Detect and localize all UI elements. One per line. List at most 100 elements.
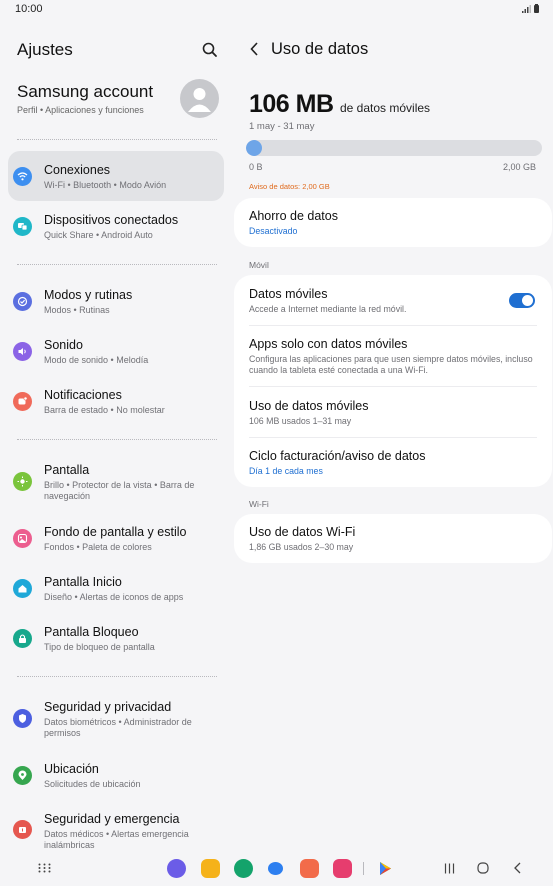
lock-icon — [13, 629, 32, 648]
contacts-app-icon[interactable] — [300, 859, 319, 878]
section-label-mobile: Móvil — [249, 260, 269, 270]
wifi-card: Uso de datos Wi-Fi 1,86 GB usados 2–30 m… — [234, 514, 552, 563]
sidebar-item-label: Modos y rutinas — [44, 288, 133, 302]
sidebar-item-sub: Quick Share • Android Auto — [44, 230, 153, 240]
toggle-knob — [522, 295, 533, 306]
messages-app-icon[interactable] — [268, 862, 283, 875]
sidebar-item-dispositivos[interactable]: Dispositivos conectados Quick Share • An… — [8, 201, 224, 251]
data-saver-card[interactable]: Ahorro de datos Desactivado — [234, 198, 552, 247]
sidebar-item-modos[interactable]: Modos y rutinas Modos • Rutinas — [8, 276, 224, 326]
dock-divider — [363, 862, 364, 875]
location-icon — [13, 766, 32, 785]
search-icon[interactable] — [200, 40, 220, 60]
sun-icon — [13, 472, 32, 491]
sidebar-item-notificaciones[interactable]: Notificaciones Barra de estado • No mole… — [8, 376, 224, 426]
sidebar-item-sub: Tipo de bloqueo de pantalla — [44, 642, 155, 652]
person-icon — [188, 88, 211, 112]
sidebar-item-sub: Datos biométricos • Administrador de per… — [44, 717, 192, 738]
wifi-usage-sub: 1,86 GB usados 2–30 may — [249, 542, 354, 552]
sidebar-item-sub: Modo de sonido • Melodía — [44, 355, 149, 365]
status-bar: 10:00 — [0, 0, 553, 18]
sidebar-item-pantalla[interactable]: Pantalla Brillo • Protector de la vista … — [8, 451, 224, 513]
divider — [17, 439, 217, 440]
sidebar-item-sub: Diseño • Alertas de iconos de apps — [44, 592, 184, 602]
samsung-account[interactable]: Samsung account Perfil • Aplicaciones y … — [17, 82, 153, 115]
usage-unit: de datos móviles — [340, 101, 431, 115]
billing-cycle-title: Ciclo facturación/aviso de datos — [249, 449, 426, 463]
battery-icon — [534, 4, 539, 13]
sidebar-item-sub: Barra de estado • No molestar — [44, 405, 165, 415]
sidebar-item-label: Pantalla Bloqueo — [44, 625, 139, 639]
mobile-data-toggle[interactable] — [509, 293, 535, 308]
sidebar-item-label: Pantalla — [44, 463, 90, 477]
data-saver-title: Ahorro de datos — [249, 209, 338, 223]
sidebar-item-pantalla-inicio[interactable]: Pantalla Inicio Diseño • Alertas de icon… — [8, 563, 224, 613]
settings-panel: Ajustes Samsung account Perfil • Aplicac… — [0, 18, 232, 848]
divider — [17, 676, 217, 677]
usage-progress-bar — [246, 140, 542, 156]
play-store-icon[interactable] — [379, 861, 392, 876]
avatar[interactable] — [180, 79, 219, 118]
billing-cycle-row[interactable]: Ciclo facturación/aviso de datos Día 1 d… — [249, 449, 537, 477]
usage-amount: 106 MB — [249, 90, 334, 118]
files-app-icon[interactable] — [201, 859, 220, 878]
sidebar-item-sub: Brillo • Protector de la vista • Barra d… — [44, 480, 195, 501]
sidebar-item-label: Seguridad y privacidad — [44, 700, 172, 714]
signal-icon — [522, 5, 531, 13]
sidebar-item-conexiones[interactable]: Conexiones Wi-Fi • Bluetooth • Modo Avió… — [8, 151, 224, 201]
mobile-usage-row[interactable]: Uso de datos móviles 106 MB usados 1–31 … — [249, 399, 537, 427]
shield-icon — [13, 709, 32, 728]
sidebar-item-seguridad-emergencia[interactable]: Seguridad y emergencia Datos médicos • A… — [8, 800, 224, 848]
data-warning-label: Aviso de datos: 2,00 GB — [249, 182, 330, 191]
data-saver-row[interactable]: Ahorro de datos Desactivado — [249, 209, 537, 237]
mobile-data-row[interactable]: Datos móviles Accede a Internet mediante… — [249, 287, 537, 315]
data-usage-panel: Uso de datos 106 MB de datos móviles 1 m… — [232, 18, 553, 848]
navigation-bar — [0, 848, 553, 886]
internet-app-icon[interactable] — [167, 859, 186, 878]
sidebar-item-fondo[interactable]: Fondo de pantalla y estilo Fondos • Pale… — [8, 513, 224, 563]
wifi-usage-title: Uso de datos Wi-Fi — [249, 525, 356, 539]
wifi-usage-row[interactable]: Uso de datos Wi-Fi 1,86 GB usados 2–30 m… — [249, 525, 537, 553]
status-icons — [522, 4, 539, 13]
notification-icon — [13, 392, 32, 411]
sidebar-item-ubicacion[interactable]: Ubicación Solicitudes de ubicación — [8, 750, 224, 800]
row-divider — [249, 437, 537, 438]
sidebar-item-sub: Wi-Fi • Bluetooth • Modo Avión — [44, 180, 167, 190]
mobile-card: Datos móviles Accede a Internet mediante… — [234, 275, 552, 487]
sidebar-item-pantalla-bloqueo[interactable]: Pantalla Bloqueo Tipo de bloqueo de pant… — [8, 613, 224, 663]
back-button-icon[interactable] — [513, 862, 522, 874]
emergency-icon — [13, 820, 32, 839]
section-label-wifi: Wi-Fi — [249, 499, 269, 509]
sidebar-item-sub: Fondos • Paleta de colores — [44, 542, 152, 552]
usage-summary: 106 MB de datos móviles — [249, 90, 430, 119]
wifi-icon — [13, 167, 32, 186]
mobile-usage-title: Uso de datos móviles — [249, 399, 369, 413]
apps-mobile-only-row[interactable]: Apps solo con datos móviles Configura la… — [249, 337, 537, 375]
mobile-data-title: Datos móviles — [249, 287, 328, 301]
settings-title: Ajustes — [17, 40, 73, 59]
camera-app-icon[interactable] — [333, 859, 352, 878]
recents-icon[interactable] — [444, 863, 455, 874]
mobile-data-sub: Accede a Internet mediante la red móvil. — [249, 304, 407, 314]
sidebar-item-sonido[interactable]: Sonido Modo de sonido • Melodía — [8, 326, 224, 376]
usage-progress-fill — [246, 140, 262, 156]
phone-app-icon[interactable] — [234, 859, 253, 878]
row-divider — [249, 325, 537, 326]
sidebar-item-label: Pantalla Inicio — [44, 575, 122, 589]
devices-icon — [13, 217, 32, 236]
sidebar-item-label: Sonido — [44, 338, 83, 352]
palette-icon — [13, 529, 32, 548]
sidebar-item-label: Notificaciones — [44, 388, 122, 402]
sidebar-item-label: Conexiones — [44, 163, 111, 177]
sidebar-item-label: Fondo de pantalla y estilo — [44, 525, 187, 539]
mobile-usage-sub: 106 MB usados 1–31 may — [249, 416, 352, 426]
sidebar-item-sub: Datos médicos • Alertas emergencia inalá… — [44, 829, 189, 848]
sidebar-item-seguridad-privacidad[interactable]: Seguridad y privacidad Datos biométricos… — [8, 688, 224, 750]
divider — [17, 139, 217, 140]
bar-max-label: 2,00 GB — [502, 162, 536, 172]
apps-grid-icon[interactable] — [38, 863, 51, 873]
home-button-icon[interactable] — [477, 862, 489, 874]
sidebar-item-sub: Modos • Rutinas — [44, 305, 110, 315]
back-arrow-icon[interactable] — [249, 42, 261, 56]
bar-min-label: 0 B — [249, 162, 263, 172]
